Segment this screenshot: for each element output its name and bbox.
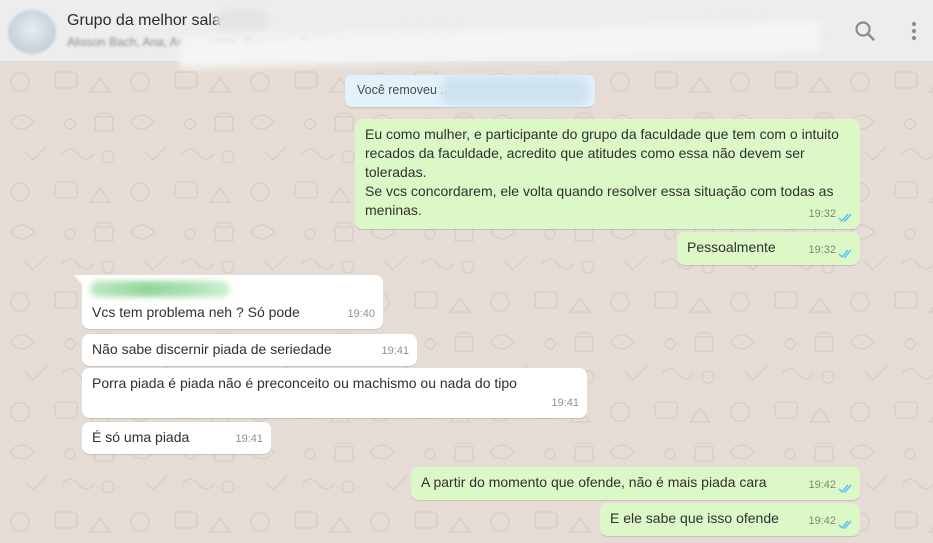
message-outgoing[interactable]: E ele sabe que isso ofende 19:42: [600, 503, 860, 536]
double-check-read-icon: [838, 249, 852, 259]
bubble-tail: [74, 275, 86, 289]
double-check-read-icon: [838, 484, 852, 494]
message-time: 19:42: [808, 479, 836, 491]
message-time: 19:41: [381, 345, 409, 357]
message-text: Porra piada é piada não é preconceito ou…: [92, 375, 517, 391]
message-text: É só uma piada: [92, 429, 190, 445]
message-incoming[interactable]: Vcs tem problema neh ? Só pode 19:40: [74, 275, 383, 329]
message-time: 19:42: [808, 515, 836, 527]
message-time: 19:40: [347, 308, 375, 320]
sender-name-redaction: [90, 281, 230, 297]
message-incoming[interactable]: É só uma piada 19:41: [82, 422, 271, 454]
message-incoming[interactable]: Não sabe discernir piada de seriedade 19…: [82, 334, 417, 366]
chat-header: Grupo da melhor sala Alisson Bach, Ana, …: [0, 0, 933, 69]
message-time: 19:32: [808, 208, 836, 220]
group-name[interactable]: Grupo da melhor sala: [67, 12, 221, 30]
message-text: A partir do momento que ofende, não é ma…: [421, 474, 767, 490]
vertical-dots-icon[interactable]: [901, 18, 927, 44]
message-text: E ele sabe que isso ofende: [610, 510, 779, 526]
message-outgoing[interactable]: A partir do momento que ofende, não é ma…: [411, 467, 860, 500]
message-text: Não sabe discernir piada de seriedade: [92, 341, 332, 357]
system-message-redaction: [440, 76, 590, 106]
double-check-read-icon: [838, 213, 852, 223]
message-text: Pessoalmente: [687, 239, 776, 255]
group-avatar[interactable]: [8, 10, 56, 54]
message-outgoing[interactable]: Eu como mulher, e participante do grupo …: [355, 119, 860, 229]
chat-area: Você removeu ... Eu como mulher, e parti…: [0, 62, 933, 543]
message-incoming[interactable]: Porra piada é piada não é preconceito ou…: [82, 368, 587, 418]
group-name-redaction: [216, 9, 268, 31]
double-check-read-icon: [838, 520, 852, 530]
message-text: Vcs tem problema neh ? Só pode: [92, 304, 300, 320]
message-time: 19:41: [551, 397, 579, 409]
message-time: 19:41: [235, 433, 263, 445]
search-icon[interactable]: [852, 18, 878, 44]
message-time: 19:32: [808, 244, 836, 256]
message-text: Eu como mulher, e participante do grupo …: [365, 126, 839, 218]
message-outgoing[interactable]: Pessoalmente 19:32: [677, 232, 860, 265]
